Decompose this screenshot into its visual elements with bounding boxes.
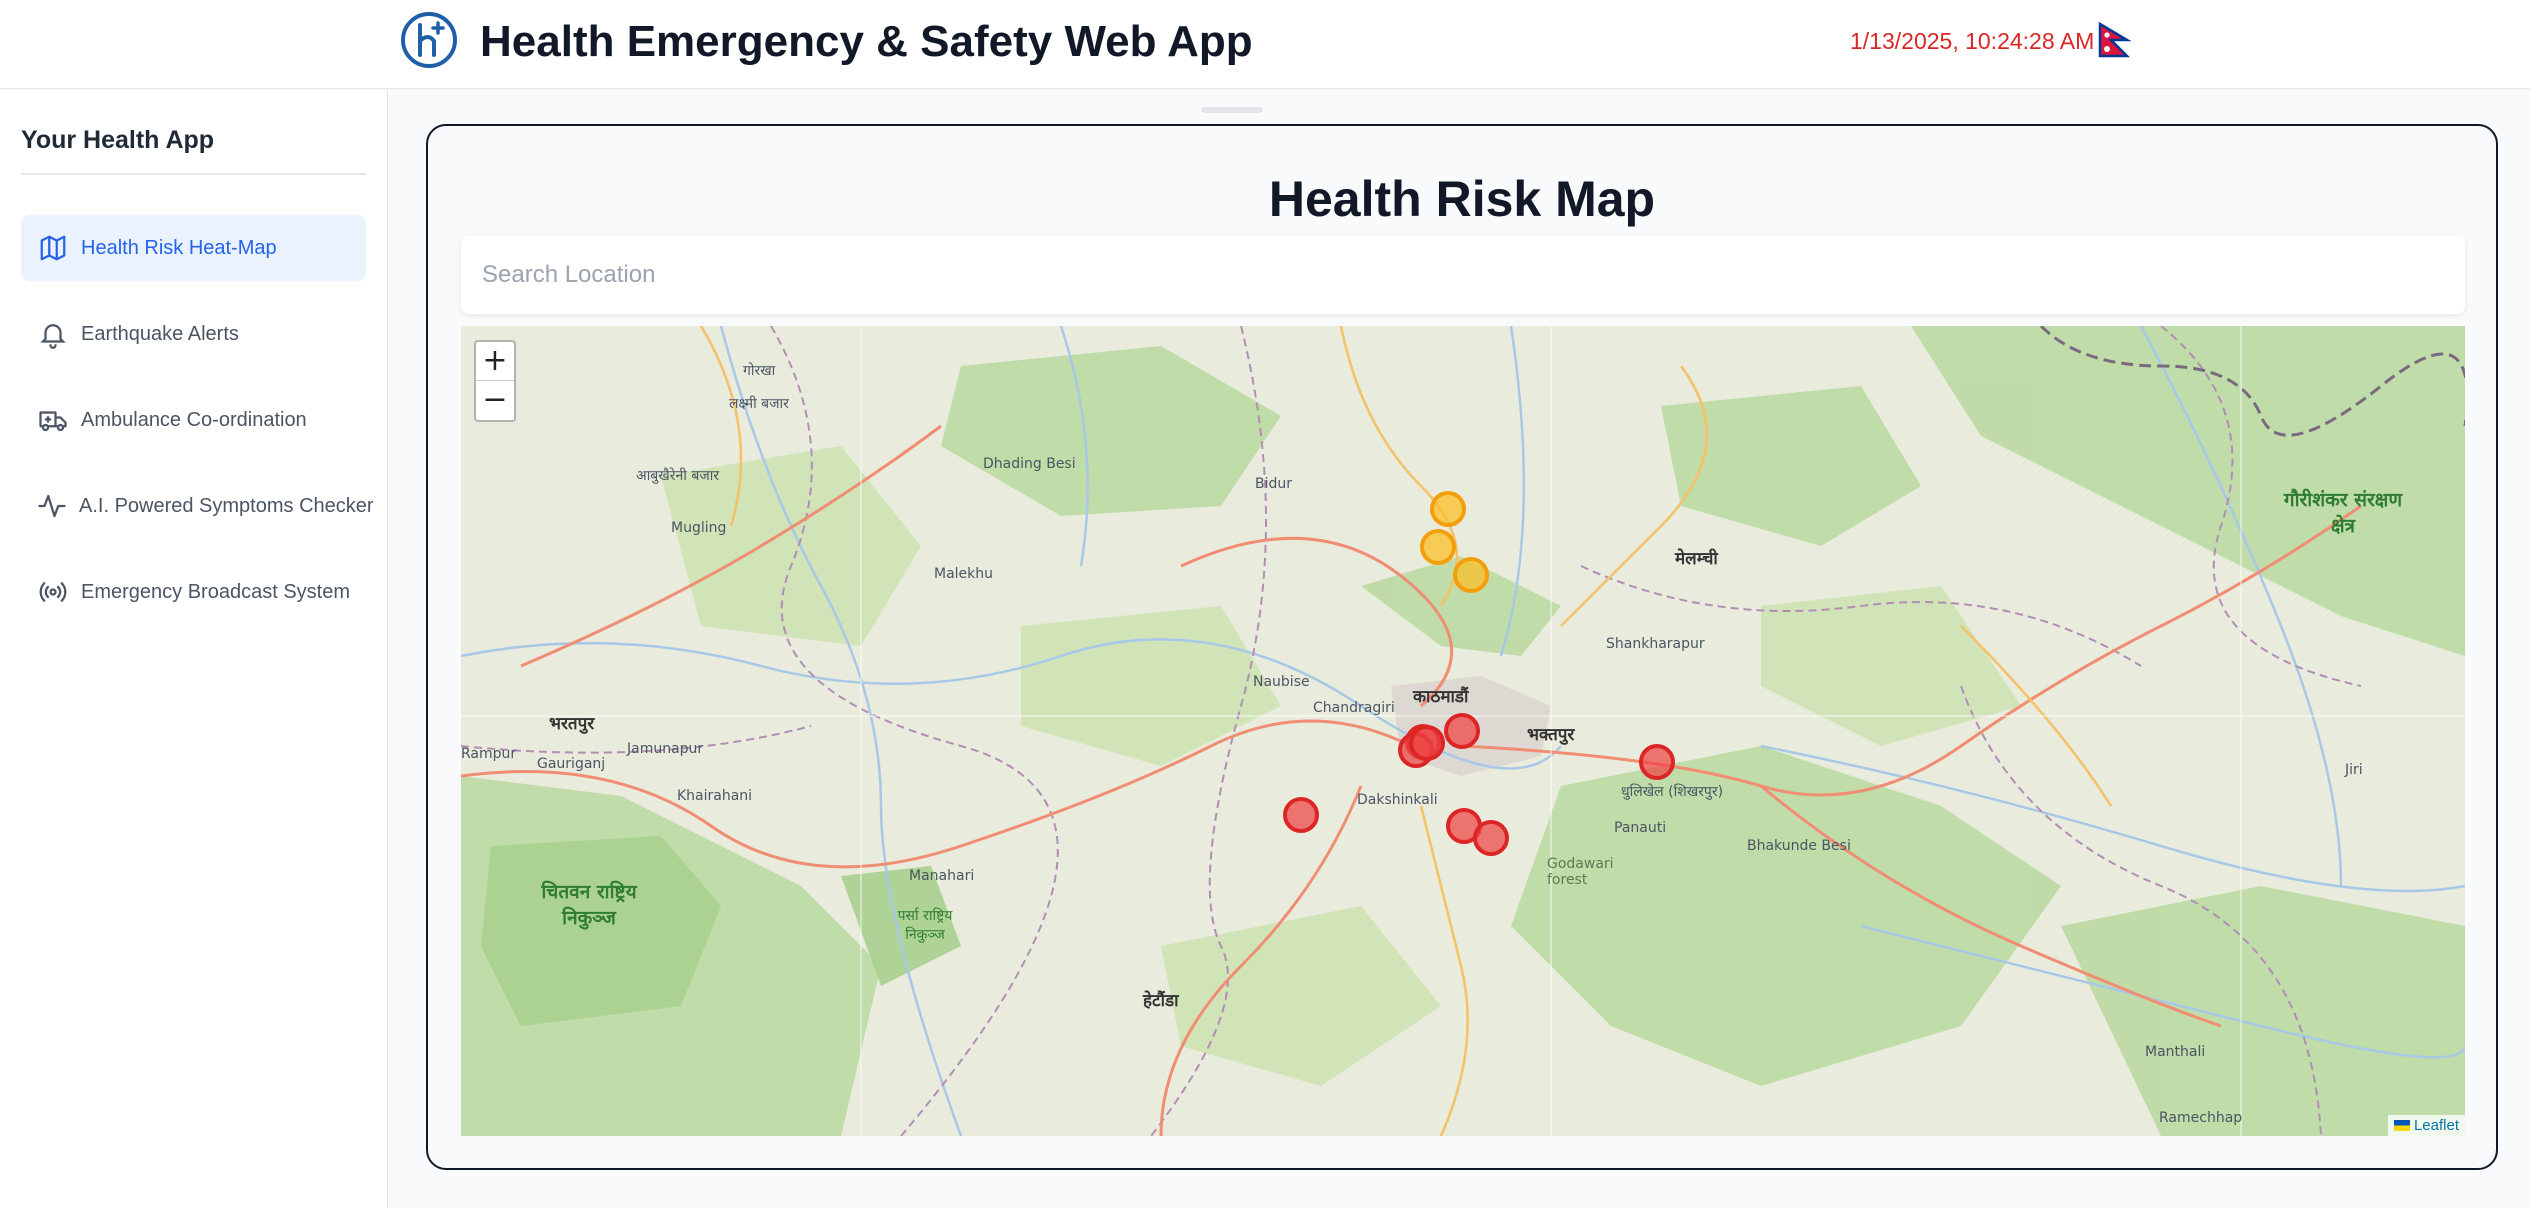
leaflet-link[interactable]: Leaflet xyxy=(2414,1117,2459,1134)
sidebar-item-label: Emergency Broadcast System xyxy=(81,580,350,603)
map-label: Godawari forest xyxy=(1547,856,1614,888)
zoom-out-button[interactable]: − xyxy=(476,381,514,420)
risk-marker-medium[interactable] xyxy=(1453,557,1489,593)
risk-marker-high[interactable] xyxy=(1283,797,1319,833)
map-label: Manthali xyxy=(2145,1044,2206,1060)
top-bar: Health Emergency & Safety Web App 1/13/2… xyxy=(0,0,2530,89)
search-location-input[interactable] xyxy=(461,236,2465,314)
sidebar-item-ambulance-coordination[interactable]: Ambulance Co-ordination xyxy=(21,387,366,453)
drag-handle[interactable] xyxy=(1201,107,1263,113)
nepal-flag-icon xyxy=(2098,22,2131,58)
risk-marker-medium[interactable] xyxy=(1420,529,1456,565)
sidebar-item-label: Health Risk Heat-Map xyxy=(81,236,277,259)
datetime-display: 1/13/2025, 10:24:28 AM xyxy=(1850,28,2095,54)
map-label: गोरखा xyxy=(743,363,776,379)
map-label: Gauriganj xyxy=(537,756,606,772)
risk-map[interactable]: गोरखा लक्ष्मी बजार आबुखैरेनी बजार Muglin… xyxy=(461,326,2465,1136)
risk-marker-medium[interactable] xyxy=(1430,491,1466,527)
bell-icon xyxy=(37,318,69,350)
sidebar-item-ai-symptoms-checker[interactable]: A.I. Powered Symptoms Checker xyxy=(21,473,374,539)
map-label: Shankharapur xyxy=(1606,636,1705,652)
sidebar: Your Health App Health Risk Heat-Map Ear… xyxy=(0,90,388,1208)
map-label: गौरीशंकर संरक्षण क्षेत्र xyxy=(2283,489,2403,537)
map-label: Dhading Besi xyxy=(983,456,1076,472)
sidebar-item-earthquake-alerts[interactable]: Earthquake Alerts xyxy=(21,301,366,367)
health-plus-logo-icon xyxy=(401,12,457,68)
sidebar-item-label: Earthquake Alerts xyxy=(81,322,239,345)
ambulance-icon xyxy=(37,404,69,436)
map-label: मेलम्ची xyxy=(1675,549,1718,569)
app-title: Health Emergency & Safety Web App xyxy=(480,17,1253,66)
sidebar-item-emergency-broadcast[interactable]: Emergency Broadcast System xyxy=(21,559,366,625)
sidebar-title: Your Health App xyxy=(21,126,366,175)
map-icon xyxy=(37,232,69,264)
page-title: Health Risk Map xyxy=(1268,171,1656,227)
map-label: Naubise xyxy=(1253,674,1310,690)
map-label: Mugling xyxy=(671,520,727,536)
map-label: Bidur xyxy=(1255,476,1293,492)
map-label: पर्सा राष्ट्रिय निकुञ्ज xyxy=(897,908,953,943)
risk-marker-high[interactable] xyxy=(1444,713,1480,749)
sidebar-item-health-risk-heat-map[interactable]: Health Risk Heat-Map xyxy=(21,215,366,281)
map-label: हेटौंडा xyxy=(1143,991,1179,1011)
map-label: आबुखैरेनी बजार xyxy=(636,468,720,484)
map-label: Jiri xyxy=(2345,762,2363,778)
sidebar-item-label: A.I. Powered Symptoms Checker xyxy=(79,494,374,517)
zoom-in-button[interactable]: + xyxy=(476,342,514,381)
map-label: भक्तपुर xyxy=(1527,725,1575,745)
map-label: Manahari xyxy=(909,868,975,884)
pulse-icon xyxy=(37,490,67,522)
map-label: Malekhu xyxy=(934,566,994,582)
risk-marker-high[interactable] xyxy=(1473,820,1509,856)
map-label: Panauti xyxy=(1614,820,1667,836)
sidebar-item-label: Ambulance Co-ordination xyxy=(81,408,307,431)
map-label: धुलिखेल (शिखरपुर) xyxy=(1621,784,1724,800)
map-label: Bhakunde Besi xyxy=(1747,838,1851,854)
map-label: चितवन राष्ट्रिय निकुञ्ज xyxy=(541,881,637,929)
map-label: लक्ष्मी बजार xyxy=(729,396,789,412)
health-risk-map-card: Health Risk Map Search Location गोरखा लक… xyxy=(426,124,2498,1170)
ukraine-flag-icon xyxy=(2393,1120,2410,1131)
map-label: भरतपुर xyxy=(549,714,595,734)
zoom-control: + − xyxy=(474,340,516,422)
map-label: Rampur xyxy=(461,746,517,762)
map-label: Khairahani xyxy=(677,788,753,804)
map-label: Chandragiri xyxy=(1313,700,1395,716)
map-label: Dakshinkali xyxy=(1357,792,1438,808)
map-label: Ramechhap xyxy=(2159,1110,2243,1126)
map-label: Jamunapur xyxy=(627,741,704,757)
map-attribution: Leaflet xyxy=(2387,1115,2465,1136)
risk-marker-high[interactable] xyxy=(1639,744,1675,780)
broadcast-icon xyxy=(37,576,69,608)
map-label: काठमाडौं xyxy=(1413,687,1469,707)
risk-marker-high[interactable] xyxy=(1409,725,1445,761)
